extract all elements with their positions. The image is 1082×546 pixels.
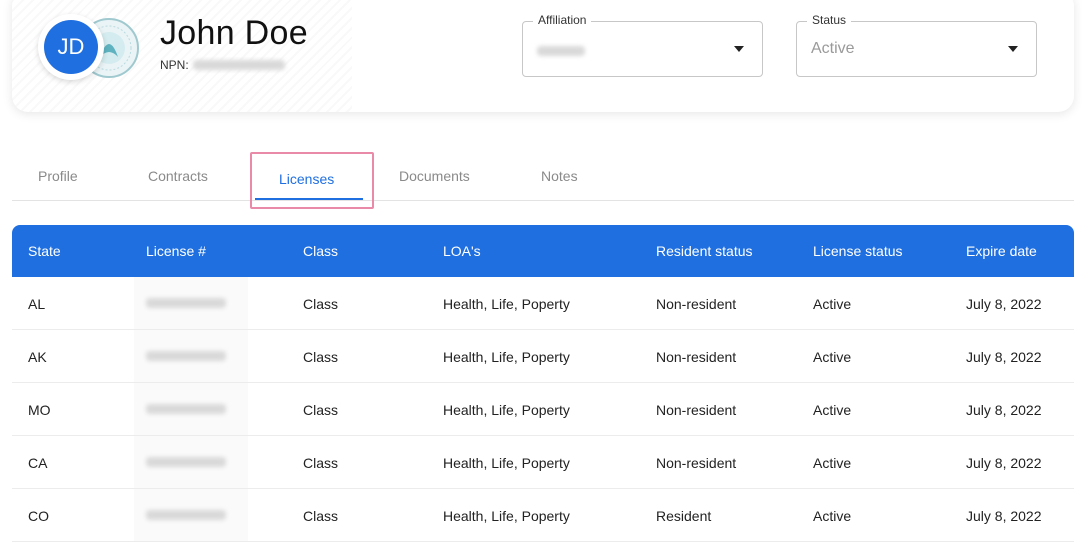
npn-label: NPN: xyxy=(160,58,189,72)
cell-state: AL xyxy=(28,296,46,312)
profile-name: John Doe xyxy=(160,14,308,52)
licenses-table: State License # Class LOA's Resident sta… xyxy=(12,225,1074,542)
active-tab-underline xyxy=(255,198,363,200)
npn-redacted xyxy=(192,60,285,70)
chevron-down-icon xyxy=(734,46,744,52)
table-row[interactable]: MO Class Health, Life, Poperty Non-resid… xyxy=(12,383,1074,436)
avatar-initials: JD xyxy=(44,20,98,74)
cell-expire-date: July 8, 2022 xyxy=(966,402,1042,418)
header-class[interactable]: Class xyxy=(303,243,338,259)
status-label: Status xyxy=(807,13,852,27)
license-redacted xyxy=(146,351,226,361)
cell-state: AK xyxy=(28,349,47,365)
chevron-down-icon xyxy=(1008,46,1018,52)
cell-resident-status: Non-resident xyxy=(656,349,737,365)
status-select[interactable]: Status Active xyxy=(796,13,1037,77)
cell-license-status: Active xyxy=(813,402,852,418)
avatar-group: JD xyxy=(38,14,139,82)
table-header: State License # Class LOA's Resident sta… xyxy=(12,225,1074,277)
affiliation-label: Affiliation xyxy=(533,13,592,27)
cell-class: Class xyxy=(303,402,339,418)
header-resident-status[interactable]: Resident status xyxy=(656,243,753,259)
cell-class: Class xyxy=(303,508,339,524)
table-row[interactable]: CO Class Health, Life, Poperty Resident … xyxy=(12,489,1074,542)
tab-profile[interactable]: Profile xyxy=(38,168,78,184)
cell-loa: Health, Life, Poperty xyxy=(443,455,570,471)
cell-loa: Health, Life, Poperty xyxy=(443,508,570,524)
license-redacted xyxy=(146,404,226,414)
cell-state: MO xyxy=(28,402,51,418)
profile-header-card: JD John Doe NPN: Affiliation Status Acti… xyxy=(12,0,1074,112)
cell-resident-status: Non-resident xyxy=(656,455,737,471)
cell-license-status: Active xyxy=(813,349,852,365)
license-redacted xyxy=(146,298,226,308)
cell-loa: Health, Life, Poperty xyxy=(443,296,570,312)
avatar[interactable]: JD xyxy=(38,14,104,80)
cell-resident-status: Non-resident xyxy=(656,402,737,418)
tab-contracts[interactable]: Contracts xyxy=(148,168,208,184)
tab-documents[interactable]: Documents xyxy=(399,168,470,184)
header-state[interactable]: State xyxy=(28,243,61,259)
table-row[interactable]: AK Class Health, Life, Poperty Non-resid… xyxy=(12,330,1074,383)
tab-bar: Profile Contracts Licenses Documents Not… xyxy=(12,152,1074,209)
cell-license-number xyxy=(134,383,248,435)
cell-loa: Health, Life, Poperty xyxy=(443,349,570,365)
header-license-number[interactable]: License # xyxy=(146,243,206,259)
cell-expire-date: July 8, 2022 xyxy=(966,508,1042,524)
affiliation-redacted-value xyxy=(537,46,585,56)
cell-expire-date: July 8, 2022 xyxy=(966,296,1042,312)
cell-state: CO xyxy=(28,508,49,524)
cell-class: Class xyxy=(303,349,339,365)
cell-license-number xyxy=(134,436,248,488)
cell-license-number xyxy=(134,489,248,541)
cell-license-number xyxy=(134,330,248,382)
cell-loa: Health, Life, Poperty xyxy=(443,402,570,418)
cell-license-status: Active xyxy=(813,296,852,312)
cell-expire-date: July 8, 2022 xyxy=(966,349,1042,365)
cell-resident-status: Non-resident xyxy=(656,296,737,312)
cell-expire-date: July 8, 2022 xyxy=(966,455,1042,471)
cell-license-status: Active xyxy=(813,508,852,524)
table-row[interactable]: AL Class Health, Life, Poperty Non-resid… xyxy=(12,277,1074,330)
cell-state: CA xyxy=(28,455,48,471)
npn-line: NPN: xyxy=(160,58,285,72)
cell-license-number xyxy=(134,277,248,329)
tab-notes[interactable]: Notes xyxy=(541,168,578,184)
status-value: Active xyxy=(811,40,855,57)
cell-class: Class xyxy=(303,455,339,471)
license-redacted xyxy=(146,457,226,467)
active-tab-highlight xyxy=(250,152,374,209)
cell-resident-status: Resident xyxy=(656,508,712,524)
header-expire-date[interactable]: Expire date xyxy=(966,243,1037,259)
header-license-status[interactable]: License status xyxy=(813,243,903,259)
cell-class: Class xyxy=(303,296,339,312)
table-row[interactable]: CA Class Health, Life, Poperty Non-resid… xyxy=(12,436,1074,489)
affiliation-select[interactable]: Affiliation xyxy=(522,13,763,77)
cell-license-status: Active xyxy=(813,455,852,471)
header-loas[interactable]: LOA's xyxy=(443,243,481,259)
license-redacted xyxy=(146,510,226,520)
